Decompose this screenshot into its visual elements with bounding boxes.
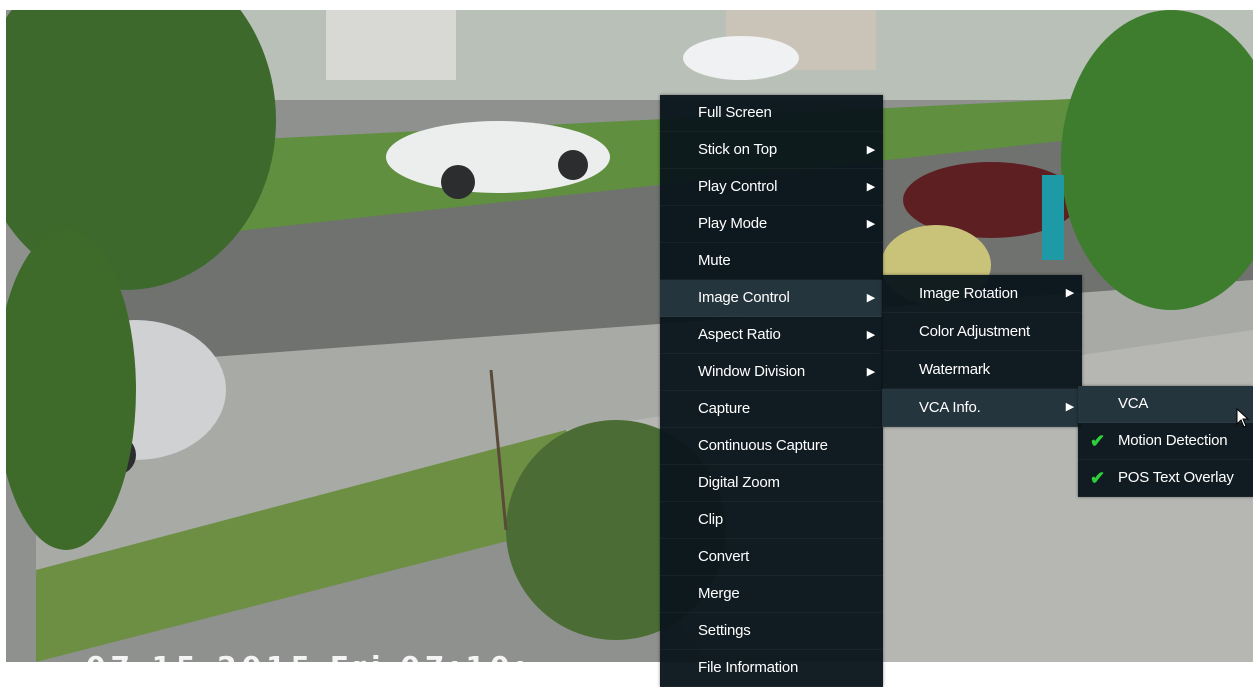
menu-item-label: Window Division — [698, 363, 806, 380]
chevron-right-icon: ▶ — [866, 218, 875, 230]
menu-item-window-division[interactable]: Window Division ▶ — [660, 354, 883, 391]
context-menu-main: Full Screen Stick on Top ▶ Play Control ▶ … — [660, 95, 883, 687]
menu-item-vca[interactable]: VCA — [1078, 386, 1253, 423]
menu-item-aspect-ratio[interactable]: Aspect Ratio ▶ — [660, 317, 883, 354]
menu-item-label: Full Screen — [698, 104, 772, 121]
menu-item-stick-on-top[interactable]: Stick on Top ▶ — [660, 132, 883, 169]
menu-item-settings[interactable]: Settings — [660, 613, 883, 650]
menu-item-mute[interactable]: Mute — [660, 243, 883, 280]
menu-item-label: Digital Zoom — [698, 474, 780, 491]
menu-item-vca-info[interactable]: VCA Info. ▶ — [882, 389, 1082, 427]
menu-item-label: Clip — [698, 511, 724, 528]
chevron-right-icon: ▶ — [866, 144, 875, 156]
menu-item-label: Motion Detection — [1118, 432, 1228, 449]
menu-item-convert[interactable]: Convert — [660, 539, 883, 576]
menu-item-color-adjustment[interactable]: Color Adjustment — [882, 313, 1082, 351]
chevron-right-icon: ▶ — [1065, 401, 1074, 413]
chevron-right-icon: ▶ — [866, 181, 875, 193]
menu-item-label: Convert — [698, 548, 750, 565]
menu-item-pos-text-overlay[interactable]: ✔ POS Text Overlay — [1078, 460, 1253, 497]
checkmark-icon: ✔ — [1090, 468, 1105, 488]
context-submenu-vca-info: VCA ✔ Motion Detection ✔ POS Text Overlay — [1078, 386, 1253, 497]
menu-item-capture[interactable]: Capture — [660, 391, 883, 428]
menu-item-label: Color Adjustment — [919, 323, 1031, 340]
menu-item-label: Mute — [698, 252, 731, 269]
checkmark-icon: ✔ — [1090, 431, 1105, 451]
menu-item-play-mode[interactable]: Play Mode ▶ — [660, 206, 883, 243]
menu-item-label: Aspect Ratio — [698, 326, 781, 343]
menu-item-label: Continuous Capture — [698, 437, 828, 454]
menu-item-label: Play Control — [698, 178, 778, 195]
menu-item-digital-zoom[interactable]: Digital Zoom — [660, 465, 883, 502]
mouse-pointer-icon — [1236, 408, 1250, 428]
menu-item-label: VCA Info. — [919, 399, 981, 416]
menu-item-image-rotation[interactable]: Image Rotation ▶ — [882, 275, 1082, 313]
menu-item-label: Image Rotation — [919, 285, 1018, 302]
menu-item-label: Capture — [698, 400, 750, 417]
chevron-right-icon: ▶ — [866, 366, 875, 378]
menu-item-play-control[interactable]: Play Control ▶ — [660, 169, 883, 206]
menu-item-full-screen[interactable]: Full Screen — [660, 95, 883, 132]
chevron-right-icon: ▶ — [1065, 287, 1074, 299]
menu-item-file-information[interactable]: File Information — [660, 650, 883, 687]
menu-item-label: Settings — [698, 622, 751, 639]
menu-item-image-control[interactable]: Image Control ▶ — [660, 280, 883, 317]
chevron-right-icon: ▶ — [866, 329, 875, 341]
menu-item-label: POS Text Overlay — [1118, 469, 1234, 486]
context-submenu-image-control: Image Rotation ▶ Color Adjustment Waterma… — [882, 275, 1082, 427]
timestamp-overlay: 07-15-2015 Fri 07:10: — [86, 650, 531, 662]
menu-item-label: Stick on Top — [698, 141, 778, 158]
menu-item-motion-detection[interactable]: ✔ Motion Detection — [1078, 423, 1253, 460]
menu-item-label: Image Control — [698, 289, 790, 306]
menu-item-clip[interactable]: Clip — [660, 502, 883, 539]
menu-item-label: Play Mode — [698, 215, 768, 232]
menu-item-watermark[interactable]: Watermark — [882, 351, 1082, 389]
menu-item-label: Merge — [698, 585, 740, 602]
chevron-right-icon: ▶ — [866, 292, 875, 304]
menu-item-label: Watermark — [919, 361, 990, 378]
menu-item-merge[interactable]: Merge — [660, 576, 883, 613]
menu-item-label: VCA — [1118, 395, 1149, 412]
menu-item-continuous-capture[interactable]: Continuous Capture — [660, 428, 883, 465]
